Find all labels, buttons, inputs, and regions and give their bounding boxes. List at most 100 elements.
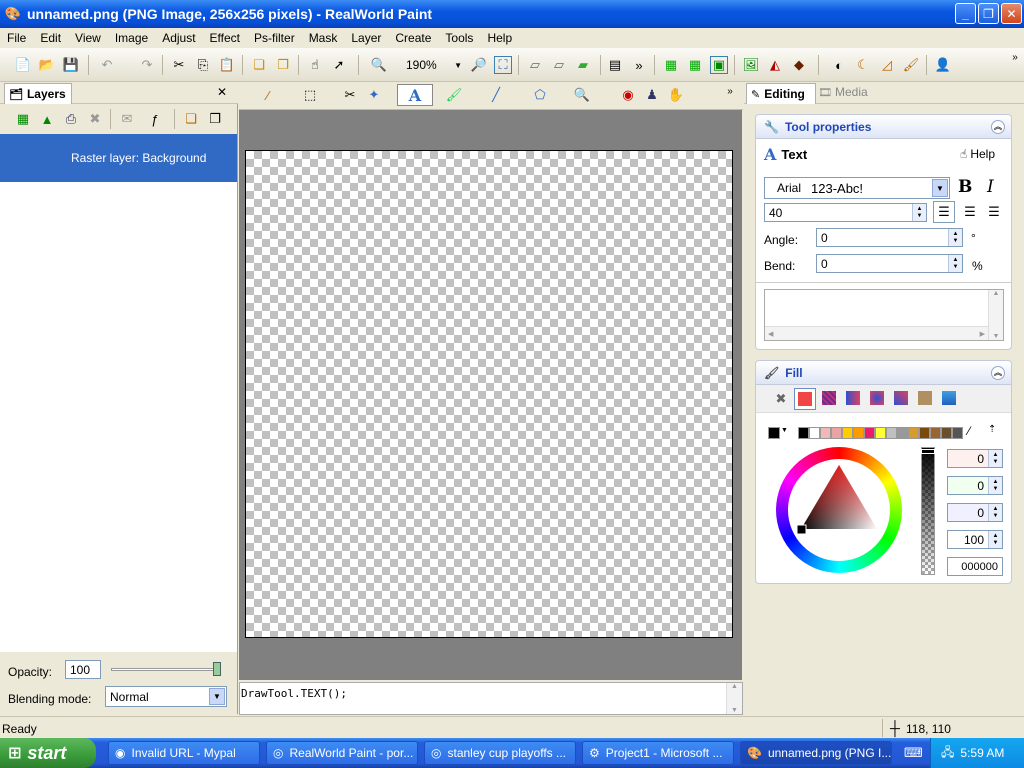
palette-swatch[interactable] bbox=[886, 427, 897, 439]
text-area-scrollbar[interactable]: ▲ ▼ bbox=[988, 290, 1003, 340]
script-console[interactable]: DrawTool.TEXT(); ▲ ▼ bbox=[239, 682, 743, 715]
contrast-icon[interactable]: ◐ bbox=[830, 56, 848, 74]
toolbar-overflow-icon[interactable]: » bbox=[721, 82, 739, 100]
save-icon[interactable]: 💾 bbox=[62, 56, 80, 74]
move-tool-icon[interactable]: ✦ bbox=[365, 86, 383, 104]
tab-layers[interactable]: 🗂 Layers bbox=[4, 83, 72, 104]
align-right-button[interactable]: ☰ bbox=[983, 201, 1005, 223]
linear-gradient-icon[interactable] bbox=[846, 391, 860, 405]
spinner-icon[interactable]: ▲ ▼ bbox=[948, 229, 962, 246]
start-button[interactable]: ⊞ start bbox=[0, 738, 96, 768]
green-channel-input[interactable]: 0 ▲ ▼ bbox=[947, 476, 1003, 495]
opacity-slider-handle[interactable] bbox=[213, 662, 221, 676]
bend-input[interactable]: 0 ▲ ▼ bbox=[816, 254, 963, 273]
rect-select-icon[interactable]: ⬚ bbox=[301, 86, 319, 104]
menu-help[interactable]: Help bbox=[480, 31, 519, 45]
task-stanley-cup[interactable]: ◎ stanley cup playoffs ... bbox=[424, 741, 576, 765]
font-size-input[interactable]: 40 ▲ ▼ bbox=[764, 203, 927, 222]
palette-swatch[interactable] bbox=[875, 427, 886, 439]
font-select[interactable]: Arial 123-Abc! ▼ bbox=[764, 177, 950, 199]
menu-view[interactable]: View bbox=[68, 31, 108, 45]
duplicate-icon[interactable]: ❏ bbox=[250, 56, 268, 74]
user-icon[interactable]: 👤 bbox=[934, 56, 952, 74]
zoom-dropdown[interactable]: 190% ▼ bbox=[392, 56, 466, 74]
task-realworld-paint[interactable]: 🎨 unnamed.png (PNG I... bbox=[740, 741, 892, 765]
opacity-slider[interactable] bbox=[111, 668, 219, 671]
paintbrush-icon[interactable]: 🖌 bbox=[445, 86, 463, 104]
palette-swatch[interactable] bbox=[941, 427, 952, 439]
tab-media[interactable]: 🎞 Media bbox=[818, 85, 868, 99]
script-icon[interactable]: » bbox=[630, 56, 648, 74]
alpha-channel-input[interactable]: 100 ▲ ▼ bbox=[947, 530, 1003, 549]
grid-snap-icon[interactable]: ▦ bbox=[686, 56, 704, 74]
stamp-icon[interactable]: ♟ bbox=[643, 86, 661, 104]
spinner-icon[interactable]: ▲ ▼ bbox=[988, 504, 1002, 521]
network-icon[interactable]: 🖧 bbox=[941, 743, 954, 764]
text-tool-icon[interactable]: A bbox=[397, 84, 433, 106]
solid-fill-button[interactable] bbox=[794, 388, 816, 410]
red-channel-input[interactable]: 0 ▲ ▼ bbox=[947, 449, 1003, 468]
layer-up-icon[interactable]: ▱ bbox=[550, 56, 568, 74]
image-fill-icon[interactable] bbox=[942, 391, 956, 405]
palette-swatch[interactable] bbox=[864, 427, 875, 439]
blending-mode-select[interactable]: Normal ▼ bbox=[105, 686, 227, 707]
menu-ps-filter[interactable]: Ps-filter bbox=[247, 31, 302, 45]
task-mypal[interactable]: ◉ Invalid URL - Mypal bbox=[108, 741, 260, 765]
menu-layer[interactable]: Layer bbox=[344, 31, 388, 45]
new-icon[interactable]: 📄 bbox=[14, 56, 32, 74]
palette-swatch[interactable] bbox=[820, 427, 831, 439]
opacity-input[interactable]: 100 bbox=[65, 660, 101, 679]
spinner-icon[interactable]: ▲ ▼ bbox=[948, 255, 962, 272]
texture-fill-icon[interactable] bbox=[918, 391, 932, 405]
radial-gradient-icon[interactable] bbox=[870, 391, 884, 405]
hex-color-input[interactable]: 000000 bbox=[947, 557, 1003, 576]
menu-image[interactable]: Image bbox=[108, 31, 155, 45]
task-project1[interactable]: ⚙ Project1 - Microsoft ... bbox=[582, 741, 734, 765]
spinner-icon[interactable]: ▲ ▼ bbox=[988, 450, 1002, 467]
fit-window-icon[interactable]: ⛶ bbox=[494, 56, 512, 74]
toolbar-overflow-icon[interactable]: » bbox=[1006, 48, 1024, 66]
brush-icon[interactable]: 🖌 bbox=[902, 56, 920, 74]
spinner-icon[interactable]: ▲ ▼ bbox=[912, 204, 926, 221]
paste-layer-icon[interactable]: ❐ bbox=[206, 110, 224, 128]
menu-effect[interactable]: Effect bbox=[203, 31, 247, 45]
grid-icon[interactable]: ▦ bbox=[662, 56, 680, 74]
alpha-slider-handle[interactable] bbox=[921, 449, 935, 454]
angle-input[interactable]: 0 ▲ ▼ bbox=[816, 228, 963, 247]
copy-layer-icon[interactable]: ❏ bbox=[182, 110, 200, 128]
menu-tools[interactable]: Tools bbox=[438, 31, 480, 45]
line-tool-icon[interactable]: ╱ bbox=[487, 86, 505, 104]
minimize-button[interactable]: _ bbox=[955, 3, 976, 24]
eraser-icon[interactable]: ◿ bbox=[878, 56, 896, 74]
magic-wand-icon[interactable]: ⁄ bbox=[259, 86, 277, 104]
lasso-icon[interactable]: ✂ bbox=[341, 86, 359, 104]
pointer-icon[interactable]: ➚ bbox=[330, 56, 348, 74]
collapse-icon[interactable]: ︽ bbox=[991, 365, 1005, 380]
transform-icon[interactable]: ◆ bbox=[790, 56, 808, 74]
eyedropper-icon[interactable]: ⁄ bbox=[968, 424, 970, 438]
picture-icon[interactable]: 🖼 bbox=[742, 56, 760, 74]
pattern-fill-icon[interactable] bbox=[822, 391, 836, 405]
menu-file[interactable]: File bbox=[0, 31, 33, 45]
close-panel-icon[interactable]: ✕ bbox=[217, 85, 227, 99]
red-eye-icon[interactable]: ◉ bbox=[619, 86, 637, 104]
color-triangle[interactable] bbox=[776, 447, 902, 573]
no-fill-icon[interactable]: ✖ bbox=[772, 390, 790, 408]
layer-stack-icon[interactable]: ▰ bbox=[574, 56, 592, 74]
new-layer-icon[interactable]: ▦ bbox=[14, 110, 32, 128]
text-input-area[interactable]: ▲ ▼ ◀ ▶ bbox=[764, 289, 1004, 341]
palette-swatch[interactable] bbox=[809, 427, 820, 439]
redo-icon[interactable]: ↷ bbox=[138, 56, 156, 74]
moon-icon[interactable]: ☾ bbox=[854, 56, 872, 74]
undo-icon[interactable]: ↶ bbox=[98, 56, 116, 74]
help-button[interactable]: ☝ Help bbox=[960, 147, 995, 161]
chevron-down-icon[interactable]: ▼ bbox=[781, 427, 788, 434]
maximize-button[interactable]: ❐ bbox=[978, 3, 999, 24]
align-left-button[interactable]: ☰ bbox=[933, 201, 955, 223]
cut-icon[interactable]: ✂ bbox=[170, 56, 188, 74]
effects-icon[interactable]: ƒ bbox=[146, 110, 164, 128]
layer-properties-icon[interactable]: ⎙ bbox=[62, 110, 80, 128]
palette-swatch[interactable] bbox=[842, 427, 853, 439]
mail-icon[interactable]: ✉ bbox=[118, 110, 136, 128]
script-scrollbar[interactable]: ▲ ▼ bbox=[726, 683, 742, 714]
